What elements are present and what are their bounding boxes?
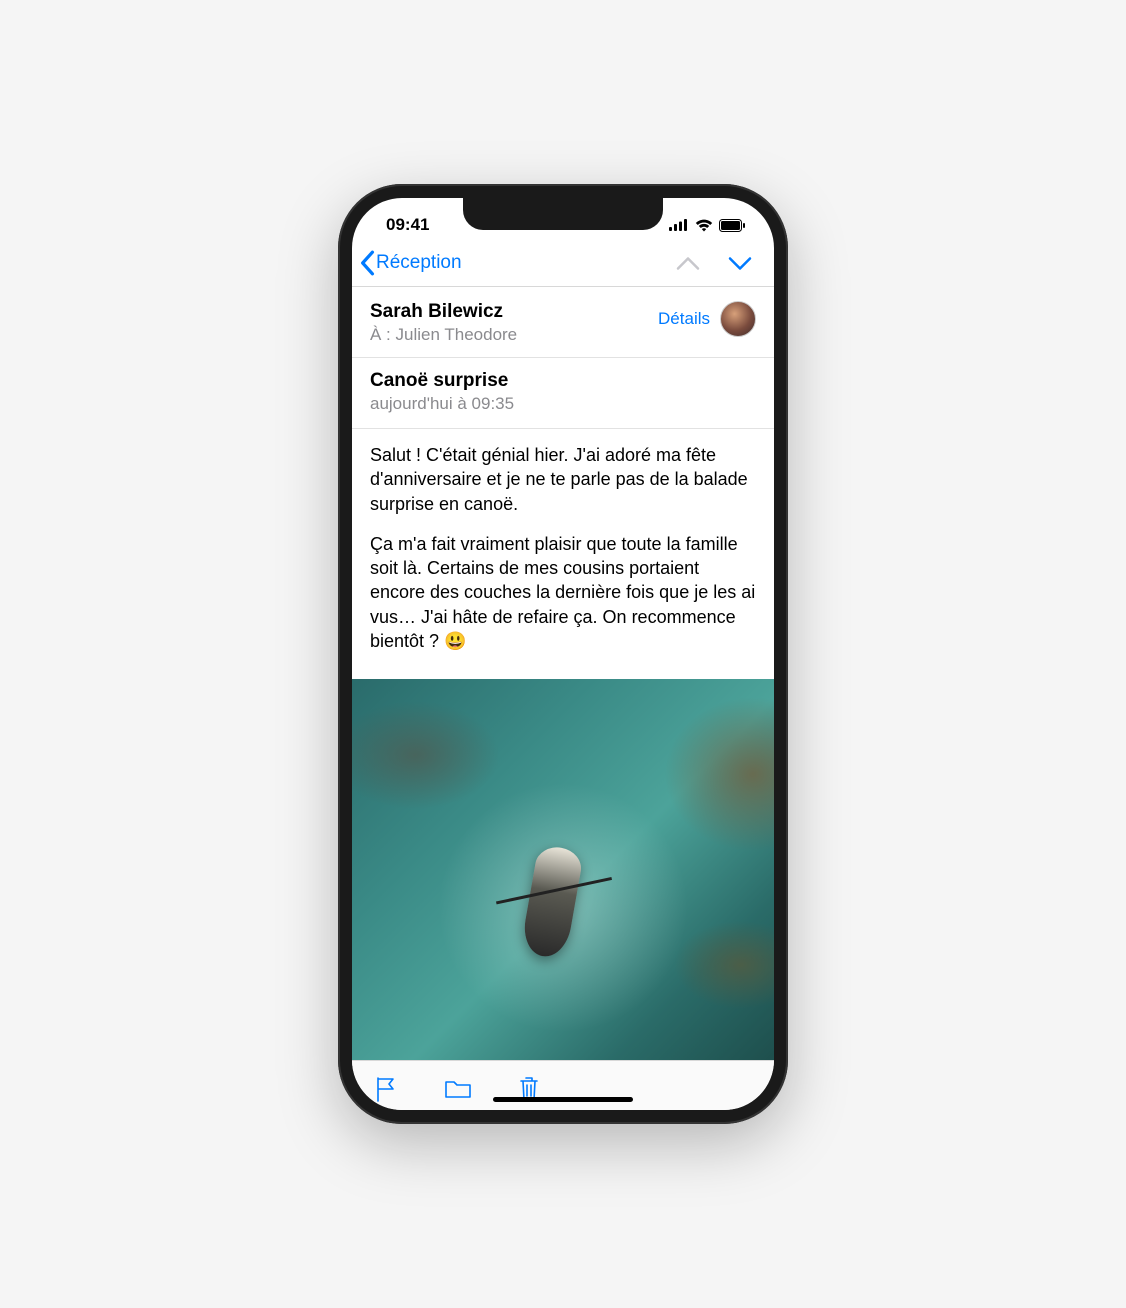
back-label: Réception [376,252,462,274]
next-message-button[interactable] [728,256,752,271]
avatar[interactable] [720,301,756,337]
chevron-left-icon [358,250,376,276]
home-indicator[interactable] [493,1097,633,1102]
flag-button[interactable] [374,1076,398,1102]
recipient-name: Julien Theodore [396,325,518,344]
email-content: Sarah Bilewicz À : Julien Theodore Détai… [352,287,774,1060]
subject-block: Canoë surprise aujourd'hui à 09:35 [352,358,774,429]
attachment-image[interactable] [352,679,774,1060]
battery-icon [719,219,746,232]
to-label: À : [370,325,391,344]
status-time: 09:41 [386,215,429,235]
email-header[interactable]: Sarah Bilewicz À : Julien Theodore Détai… [352,287,774,358]
back-button[interactable]: Réception [358,250,462,276]
status-indicators [669,219,746,232]
wifi-icon [695,219,713,232]
canoe-illustration [520,844,584,960]
recipient-line: À : Julien Theodore [370,325,517,345]
email-subject: Canoë surprise [370,370,756,392]
email-body: Salut ! C'était génial hier. J'ai adoré … [352,429,774,679]
body-paragraph-2: Ça m'a fait vraiment plaisir que toute l… [370,532,756,653]
prev-message-button [676,256,700,271]
nav-bar: Réception [352,244,774,287]
cellular-icon [669,219,689,231]
phone-frame: 09:41 Réception [338,184,788,1124]
phone-screen: 09:41 Réception [352,198,774,1110]
email-timestamp: aujourd'hui à 09:35 [370,394,756,414]
details-button[interactable]: Détails [658,309,710,329]
body-paragraph-1: Salut ! C'était génial hier. J'ai adoré … [370,443,756,516]
folder-button[interactable] [444,1077,472,1101]
notch [463,198,663,230]
sender-name: Sarah Bilewicz [370,301,517,323]
bottom-toolbar [352,1060,774,1110]
